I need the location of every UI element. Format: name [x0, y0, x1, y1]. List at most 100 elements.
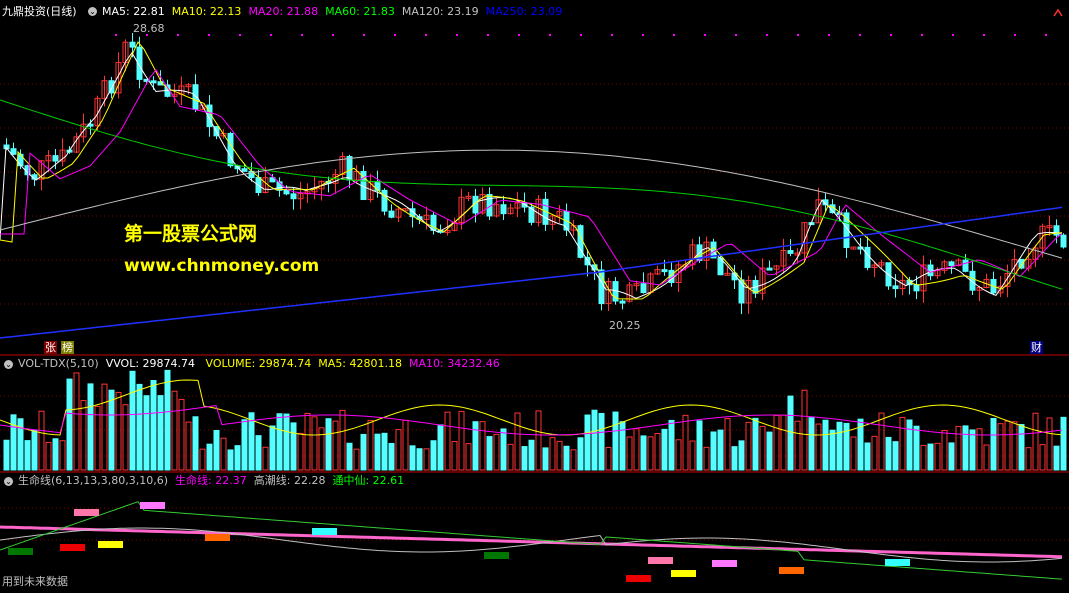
candle-body: [388, 210, 395, 218]
volume-bar: [1046, 417, 1053, 471]
volume-bar: [850, 436, 857, 471]
chart-canvas[interactable]: [0, 0, 1069, 593]
volume-bar: [444, 411, 451, 471]
marker-zhang[interactable]: 张: [44, 341, 57, 354]
vol-ma5-label: MA5: 42801.18: [318, 357, 402, 370]
volume-bar: [374, 433, 381, 471]
volume-bar: [59, 440, 66, 471]
volume-bar: [920, 444, 927, 471]
volume-bar: [780, 414, 787, 471]
vvol-label: VVOL: 29874.74: [105, 357, 196, 370]
volume-bar: [703, 446, 710, 471]
volume-bar: [493, 433, 500, 471]
signal-block: [885, 559, 910, 566]
volume-bar: [297, 432, 304, 471]
volume-bar: [430, 440, 437, 471]
top-dot: [1045, 34, 1047, 36]
signal-block: [626, 575, 651, 582]
low-price-label: 20.25: [609, 319, 641, 332]
volume-bar: [101, 383, 108, 471]
volume-bar: [710, 431, 717, 471]
candle-body: [948, 261, 955, 266]
volume-bar: [31, 430, 38, 471]
top-dot: [394, 34, 396, 36]
life-indicator-name: 生命线(6,13,13,3,80,3,10,6): [18, 474, 169, 487]
top-dot: [704, 34, 706, 36]
volume-bar: [871, 435, 878, 471]
candle-body: [1060, 234, 1067, 248]
signal-block: [140, 502, 165, 509]
volume-bar: [367, 419, 374, 471]
volume-bar: [402, 419, 409, 471]
volume-bar: [136, 383, 143, 471]
volume-bar: [822, 419, 829, 471]
candle-body: [290, 193, 297, 200]
volume-bar: [619, 421, 626, 471]
volume-bar: [24, 440, 31, 471]
volume-bar: [73, 372, 80, 471]
volume-bar: [591, 409, 598, 471]
volume-bar: [1032, 412, 1039, 471]
volume-bar: [577, 437, 584, 471]
volume-bar: [171, 390, 178, 471]
future-data-note: 用到未来数据: [2, 575, 68, 588]
volume-bar: [458, 410, 465, 471]
signal-block: [8, 548, 33, 555]
volume-bar: [381, 432, 388, 471]
volume-bar: [990, 417, 997, 471]
volume-bar: [668, 419, 675, 471]
candle-body: [913, 284, 920, 292]
signal-block: [484, 552, 509, 559]
top-dot: [208, 34, 210, 36]
top-dot: [115, 34, 117, 36]
top-dot: [363, 34, 365, 36]
life-dropdown-icon[interactable]: ⌄: [4, 477, 13, 486]
top-dot: [270, 34, 272, 36]
climax-line: [0, 527, 1063, 563]
candle-body: [150, 80, 157, 84]
volume-bar: [346, 442, 353, 471]
volume-bar: [647, 436, 654, 471]
candle-body: [640, 283, 647, 294]
volume-bar: [395, 429, 402, 471]
volume-bar: [640, 435, 647, 471]
volume-bar: [290, 422, 297, 471]
volume-bar: [549, 437, 556, 471]
vol-indicator-name: VOL-TDX(5,10): [18, 357, 99, 370]
volume-bar: [626, 436, 633, 471]
marker-bang[interactable]: 榜: [61, 341, 74, 354]
candle-body: [346, 156, 353, 181]
top-dot: [301, 34, 303, 36]
top-dot: [332, 34, 334, 36]
volume-bar: [836, 421, 843, 471]
signal-block: [648, 557, 673, 564]
vol-legend: VOL-TDX(5,10) VVOL: 29874.74 VOLUME: 298…: [18, 357, 500, 371]
top-dot: [766, 34, 768, 36]
volume-bar: [906, 419, 913, 471]
ma-legend: MA5: 22.81 MA10: 22.13 MA20: 21.88 MA60:…: [102, 5, 562, 19]
volume-bar: [276, 413, 283, 471]
volume-bar: [234, 445, 241, 471]
expand-icon[interactable]: [1052, 6, 1064, 18]
signal-block: [74, 509, 99, 516]
volume-bar: [143, 395, 150, 471]
volume-bar: [878, 412, 885, 471]
marker-cai[interactable]: 财: [1030, 341, 1043, 354]
volume-bar: [682, 414, 689, 471]
candle-body: [129, 41, 136, 48]
volume-bar: [486, 436, 493, 471]
signal-block: [98, 541, 123, 548]
volume-bar: [311, 416, 318, 471]
candle-body: [52, 155, 59, 162]
volume-bar: [241, 419, 248, 471]
volume-bar: [437, 424, 444, 471]
volume-bar: [38, 410, 45, 471]
dropdown-toggle-icon[interactable]: ⌄: [88, 7, 97, 16]
volume-bar: [388, 442, 395, 471]
volume-bar: [584, 414, 591, 471]
volume-bar: [605, 446, 612, 471]
top-dot: [890, 34, 892, 36]
vol-dropdown-icon[interactable]: ⌄: [4, 360, 13, 369]
volume-bar: [829, 429, 836, 471]
volume-bar: [864, 442, 871, 471]
